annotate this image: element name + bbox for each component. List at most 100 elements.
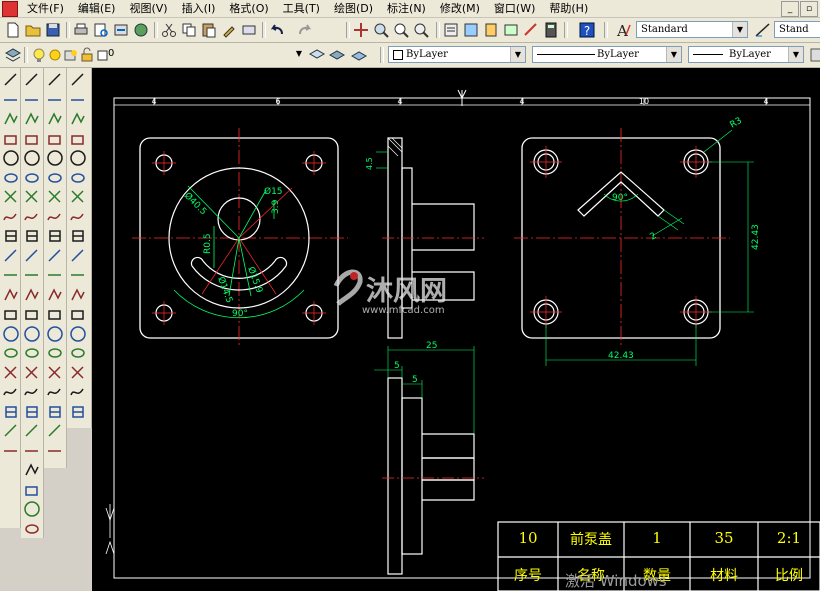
jogged-icon[interactable] [23, 169, 40, 186]
explode-icon[interactable] [46, 383, 63, 400]
quick-dim-icon[interactable] [23, 227, 40, 244]
publish-icon[interactable] [112, 21, 130, 39]
menu-item[interactable]: 帮助(H) [542, 0, 595, 17]
trim-icon[interactable] [46, 247, 63, 264]
layer-manager-icon[interactable] [4, 46, 22, 64]
print-preview-icon[interactable] [92, 21, 110, 39]
gradient-icon[interactable] [2, 364, 19, 381]
chevron-down-icon[interactable]: ▼ [788, 47, 803, 62]
erase-dim-icon[interactable] [23, 422, 40, 439]
line-icon[interactable] [2, 71, 19, 88]
rectangle-icon[interactable] [2, 149, 19, 166]
pan-icon[interactable] [352, 21, 370, 39]
fillet-line-icon[interactable] [69, 364, 86, 381]
dim-edit-icon[interactable] [23, 344, 40, 361]
mirror-icon[interactable] [46, 110, 63, 127]
design-center-icon[interactable] [462, 21, 480, 39]
join-line-icon[interactable] [69, 325, 86, 342]
restore-icon[interactable]: ▫ [800, 1, 818, 17]
edit-polyline-icon[interactable] [46, 442, 63, 459]
move-arrows-icon[interactable] [69, 188, 86, 205]
table-icon[interactable] [2, 403, 19, 420]
zoom-realtime-icon[interactable] [372, 21, 390, 39]
sheet-set-icon[interactable] [502, 21, 520, 39]
pencil-icon[interactable] [69, 71, 86, 88]
break-icon2[interactable] [46, 305, 63, 322]
trim-line-icon[interactable] [69, 266, 86, 283]
quick-leader-icon[interactable] [23, 286, 40, 303]
tolerance-icon[interactable] [23, 305, 40, 322]
text-style-icon[interactable]: A [614, 21, 632, 39]
region-icon[interactable] [2, 383, 19, 400]
ellipse-arc-icon[interactable] [2, 266, 19, 283]
minimize-icon[interactable]: _ [781, 1, 799, 17]
copy-icon[interactable] [180, 21, 198, 39]
scale-box-icon[interactable] [69, 227, 86, 244]
align-icon[interactable] [46, 422, 63, 439]
array-line-icon[interactable] [69, 403, 86, 420]
chevron-down-icon[interactable]: ▼ [732, 22, 747, 37]
menu-item[interactable]: 插入(I) [175, 0, 223, 17]
attach-icon[interactable] [69, 91, 86, 108]
arc-icon[interactable] [2, 169, 19, 186]
make-block-icon[interactable] [2, 305, 19, 322]
copy-object-icon[interactable] [46, 91, 63, 108]
rotate-arrows-icon[interactable] [69, 208, 86, 225]
rear-view[interactable]: R3 90° 42.43 42.43 2 [514, 116, 761, 366]
multiline-text-icon[interactable] [2, 422, 19, 439]
triangle2-icon[interactable] [69, 130, 86, 147]
aligned-dim-icon[interactable] [23, 91, 40, 108]
grid-icon[interactable] [69, 149, 86, 166]
revision-cloud-icon[interactable] [2, 208, 19, 225]
radius-icon[interactable] [23, 149, 40, 166]
block-editor-icon[interactable] [240, 21, 258, 39]
save-icon[interactable] [44, 21, 62, 39]
menu-item[interactable]: 视图(V) [122, 0, 174, 17]
ordinate-icon[interactable] [23, 130, 40, 147]
dim-update-icon[interactable] [23, 383, 40, 400]
menu-item[interactable]: 修改(M) [433, 0, 487, 17]
insert-block-icon[interactable] [2, 286, 19, 303]
dim-style-icon[interactable] [754, 21, 772, 39]
baseline-icon[interactable] [23, 247, 40, 264]
join-icon[interactable] [46, 325, 63, 342]
chevron-down-icon[interactable]: ▼ [666, 47, 681, 62]
leader-icon[interactable] [23, 481, 40, 498]
extend-line-icon[interactable] [69, 286, 86, 303]
zoom-window-icon[interactable] [392, 21, 410, 39]
help-icon[interactable]: ? [578, 21, 596, 39]
polygon-icon[interactable] [2, 130, 19, 147]
menu-item[interactable]: 格式(O) [222, 0, 275, 17]
erase-icon[interactable] [46, 71, 63, 88]
chamfer-line-icon[interactable] [69, 344, 86, 361]
chamfer-icon[interactable] [46, 344, 63, 361]
chevron-down-icon[interactable]: ▼ [510, 47, 525, 62]
dim-style-dropdown[interactable]: Stand [774, 21, 820, 38]
drawing-canvas[interactable]: 4 6 4 4 10 4 Ø40.5 Ø15 3.9 R0.5 Ø14.5 Ø1… [92, 68, 820, 591]
scale-icon[interactable] [46, 208, 63, 225]
layer-dropdown[interactable]: 0 ▼ [104, 46, 306, 63]
layer-states-icon[interactable] [350, 46, 368, 64]
lineweight-control-dropdown[interactable]: ByLayer ▼ [688, 46, 804, 63]
extend-icon[interactable] [46, 266, 63, 283]
open-folder-icon[interactable] [24, 21, 42, 39]
lengthen-icon[interactable] [46, 403, 63, 420]
override-icon[interactable] [23, 442, 40, 459]
paste-icon[interactable] [200, 21, 218, 39]
move-icon[interactable] [46, 169, 63, 186]
drawing-svg[interactable]: 4 6 4 4 10 4 Ø40.5 Ø15 3.9 R0.5 Ø14.5 Ø1… [92, 68, 820, 591]
cut-icon[interactable] [160, 21, 178, 39]
polyline-icon[interactable] [2, 110, 19, 127]
text-icon[interactable] [23, 461, 40, 478]
front-view[interactable]: Ø40.5 Ø15 3.9 R0.5 Ø14.5 Ø15.9 90° [132, 128, 348, 348]
add-selected-icon[interactable] [2, 442, 19, 459]
rotate-icon[interactable] [46, 188, 63, 205]
point-icon[interactable] [2, 325, 19, 342]
break-line-icon[interactable] [69, 305, 86, 322]
make-object-layer-current-icon[interactable] [308, 46, 326, 64]
explode-line-icon[interactable] [69, 383, 86, 400]
construction-line-icon[interactable] [2, 91, 19, 108]
chevron-down-icon[interactable]: ▼ [292, 46, 306, 61]
grid2-icon[interactable] [69, 169, 86, 186]
linetype-control-dropdown[interactable]: ByLayer ▼ [532, 46, 682, 63]
